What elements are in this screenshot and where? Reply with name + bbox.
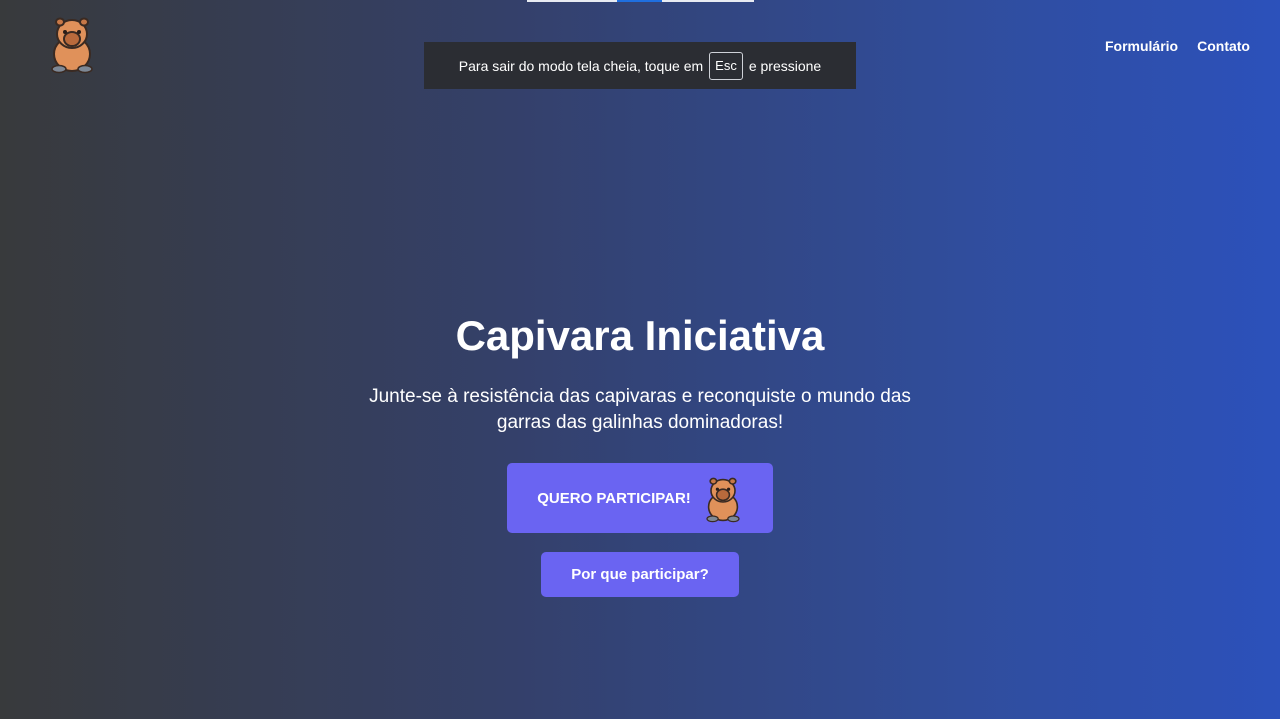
nav-link-formulario[interactable]: Formulário <box>1105 38 1178 54</box>
capybara-logo-icon[interactable] <box>47 12 97 74</box>
fullscreen-notice-text-before: Para sair do modo tela cheia, toque em <box>458 57 704 74</box>
hero-title: Capivara Iniciativa <box>455 312 825 359</box>
top-strip <box>527 0 754 2</box>
esc-key-badge: Esc <box>709 51 743 80</box>
top-strip-accent <box>617 0 662 2</box>
hero-subtitle: Junte-se à resistência das capivaras e r… <box>369 386 911 433</box>
participate-button[interactable]: QUERO PARTICIPAR! <box>507 463 773 533</box>
fullscreen-notice-text-after: e pressione <box>748 57 822 74</box>
why-participate-button[interactable]: Por que participar? <box>541 552 739 597</box>
participate-button-label: QUERO PARTICIPAR! <box>537 489 691 507</box>
main-nav: Formulário Contato <box>1105 38 1250 54</box>
nav-link-contato[interactable]: Contato <box>1197 38 1250 54</box>
fullscreen-exit-notice: Para sair do modo tela cheia, toque em E… <box>424 42 856 89</box>
capybara-icon <box>703 473 743 523</box>
